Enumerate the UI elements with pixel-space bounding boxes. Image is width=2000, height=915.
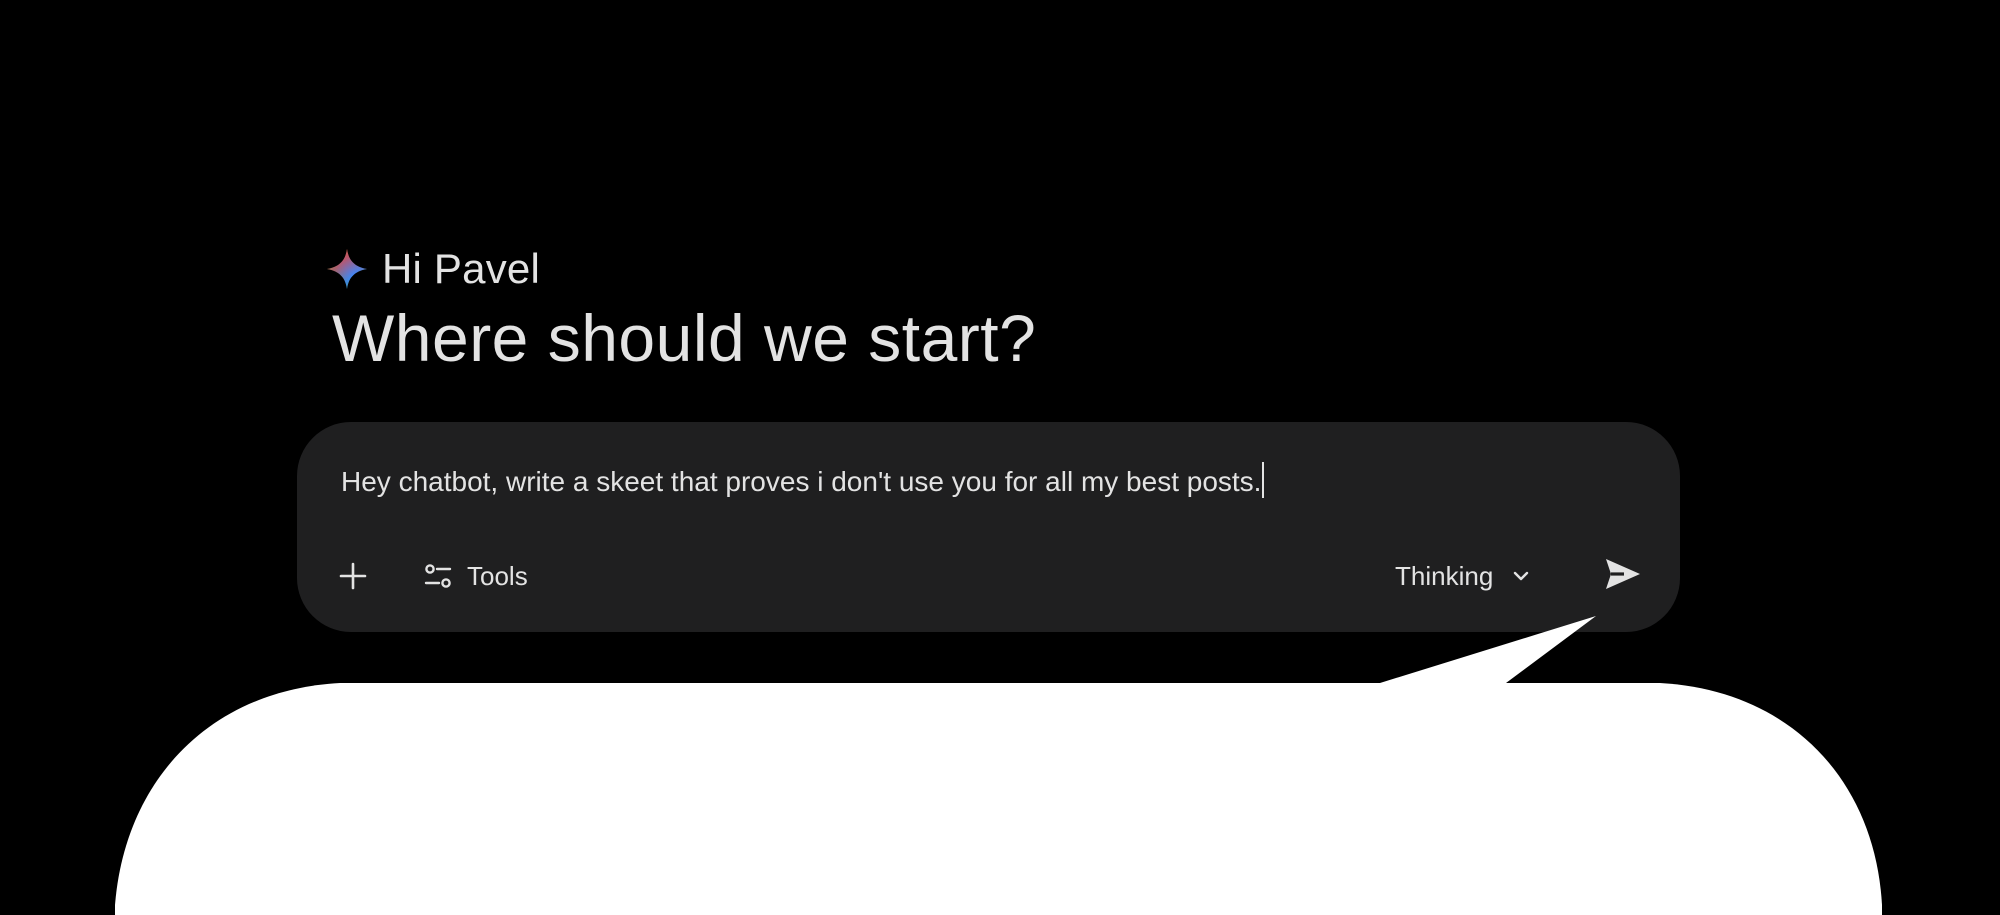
send-button[interactable] (1595, 546, 1651, 602)
gemini-spark-icon (327, 249, 367, 289)
plus-icon (339, 562, 367, 590)
prompt-input-text: Hey chatbot, write a skeet that proves i… (341, 466, 1262, 497)
text-caret (1262, 462, 1265, 498)
page: Hi Pavel Where should we start? Hey chat… (0, 0, 2000, 915)
prompt-input[interactable]: Hey chatbot, write a skeet that proves i… (341, 462, 1265, 502)
send-icon (1606, 559, 1640, 589)
tools-label: Tools (467, 561, 528, 591)
prompt-card: Hey chatbot, write a skeet that proves i… (297, 422, 1680, 632)
page-title: Where should we start? (332, 301, 1037, 375)
tools-button[interactable]: Tools (423, 550, 528, 602)
tools-sliders-icon (424, 564, 452, 588)
mode-label: Thinking (1395, 561, 1494, 591)
chevron-down-icon (1514, 571, 1529, 581)
mode-dropdown[interactable]: Thinking (1395, 550, 1531, 602)
add-button[interactable] (327, 550, 379, 602)
greeting: Hi Pavel (326, 244, 540, 294)
greeting-text: Hi Pavel (382, 245, 540, 292)
